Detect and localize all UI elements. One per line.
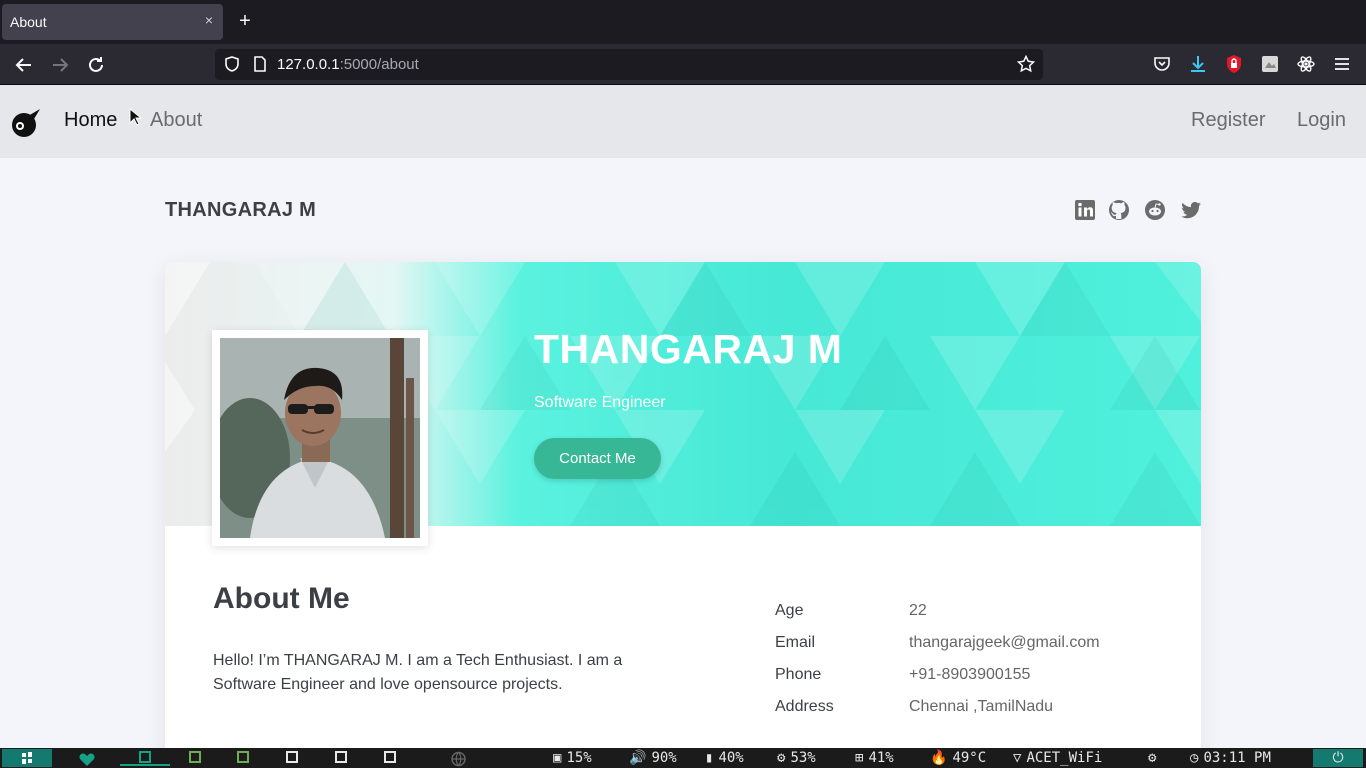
site-navbar: Home About Register Login	[0, 85, 1366, 158]
info-value-age: 22	[909, 602, 927, 619]
info-row: Email thangarajgeek@gmail.com	[775, 634, 1175, 658]
info-label-address: Address	[775, 698, 834, 715]
globe-icon[interactable]	[451, 750, 466, 768]
profile-photo	[220, 338, 420, 538]
workspace-5[interactable]	[335, 751, 347, 763]
workspace-1[interactable]	[120, 750, 170, 766]
nav-about[interactable]: About	[150, 109, 202, 132]
back-arrow-icon	[15, 58, 31, 72]
volume-icon: 🔊	[629, 750, 647, 766]
twitter-icon[interactable]	[1180, 199, 1202, 221]
forward-button[interactable]	[47, 52, 73, 78]
new-tab-button[interactable]: +	[234, 9, 256, 33]
reddit-icon[interactable]	[1144, 199, 1166, 221]
about-text: Hello! I’m THANGARAJ M. I am a Tech Enth…	[213, 652, 623, 693]
disk-status: ▣ 15%	[553, 749, 592, 767]
workspace-6[interactable]	[384, 751, 396, 763]
nav-register[interactable]: Register	[1191, 109, 1265, 132]
tab-title: About	[10, 14, 47, 30]
start-button[interactable]	[2, 749, 52, 767]
wifi-status[interactable]: ▽ ACET_WiFi	[1013, 749, 1102, 767]
clock-time: 03:11 PM	[1203, 750, 1271, 766]
info-value-email: thangarajgeek@gmail.com	[909, 634, 1100, 651]
page-icon[interactable]	[251, 55, 269, 73]
profile-photo-frame	[212, 330, 428, 546]
clock[interactable]: ◷ 03:11 PM	[1190, 749, 1271, 767]
info-value-phone: +91-8903900155	[909, 666, 1031, 683]
wifi-icon: ▽	[1013, 750, 1022, 766]
hero-role: Software Engineer	[534, 394, 666, 411]
cpu-icon: ⚙	[777, 750, 786, 766]
mouse-cursor-icon	[129, 108, 141, 126]
ublock-icon[interactable]	[1224, 54, 1244, 74]
pocket-icon[interactable]	[1152, 54, 1172, 74]
battery-icon: ▮	[705, 750, 714, 766]
info-label-email: Email	[775, 634, 816, 651]
info-row: Age 22	[775, 602, 1175, 626]
volume-status[interactable]: 🔊 90%	[629, 749, 677, 767]
react-devtools-icon[interactable]	[1296, 54, 1316, 74]
battery-value: 40%	[718, 750, 744, 766]
url-text[interactable]: 127.0.0.1:5000/about	[277, 56, 419, 73]
browser-tabbar: About × +	[0, 0, 1366, 44]
power-button[interactable]: ⏻	[1313, 749, 1363, 767]
downloads-icon[interactable]	[1188, 54, 1208, 74]
profile-card: THANGARAJ M Software Engineer Contact Me	[165, 262, 1201, 762]
settings-icon[interactable]: ⚙	[1148, 749, 1156, 767]
disk-icon: ▣	[553, 750, 562, 766]
info-value-address: Chennai ,TamilNadu	[909, 698, 1054, 715]
memory-value: 41%	[868, 750, 894, 766]
back-button[interactable]	[11, 52, 37, 78]
workspace-4[interactable]	[286, 751, 298, 763]
reload-icon	[89, 57, 103, 72]
info-label-age: Age	[775, 602, 804, 619]
about-title: About Me	[213, 582, 350, 615]
nav-login[interactable]: Login	[1297, 109, 1346, 132]
temperature-value: 49°C	[952, 750, 987, 766]
forward-arrow-icon	[53, 58, 69, 72]
bookmark-star-icon[interactable]	[1017, 55, 1035, 73]
page-title: THANGARAJ M	[165, 199, 317, 221]
url-host: 127.0.0.1	[277, 56, 340, 73]
reload-button[interactable]	[83, 52, 109, 78]
battery-status: ▮ 40%	[705, 749, 744, 767]
workspace-1-icon	[139, 751, 151, 763]
site-logo-icon[interactable]	[10, 107, 42, 139]
flame-icon: 🔥	[930, 750, 948, 766]
linkedin-icon[interactable]	[1074, 199, 1096, 221]
hero-name: THANGARAJ M	[534, 326, 843, 372]
github-icon[interactable]	[1108, 199, 1130, 221]
workspace-3[interactable]	[237, 751, 249, 763]
url-bar[interactable]: 127.0.0.1:5000/about	[215, 49, 1043, 80]
url-path: :5000/about	[339, 56, 419, 73]
cpu-value: 53%	[790, 750, 816, 766]
extension-icon[interactable]	[1260, 54, 1280, 74]
info-label-phone: Phone	[775, 666, 822, 683]
menu-icon[interactable]	[1332, 54, 1352, 74]
info-row: Address Chennai ,TamilNadu	[775, 698, 1175, 722]
memory-status: ⊞ 41%	[855, 749, 894, 767]
power-icon: ⏻	[1332, 750, 1344, 766]
tab-close-icon[interactable]: ×	[205, 12, 213, 28]
workspace-2[interactable]	[189, 751, 201, 763]
browser-toolbar: 127.0.0.1:5000/about	[0, 44, 1366, 85]
disk-value: 15%	[566, 750, 592, 766]
heart-icon[interactable]	[79, 751, 95, 768]
cpu-status: ⚙ 53%	[777, 749, 816, 767]
start-grid-icon	[22, 752, 32, 764]
clock-icon: ◷	[1190, 750, 1199, 766]
shield-icon[interactable]	[223, 55, 241, 73]
wifi-name: ACET_WiFi	[1026, 750, 1103, 766]
info-row: Phone +91-8903900155	[775, 666, 1175, 690]
volume-value: 90%	[651, 750, 677, 766]
browser-tab[interactable]: About ×	[2, 4, 223, 40]
temperature-status: 🔥 49°C	[930, 749, 986, 767]
nav-home[interactable]: Home	[64, 109, 117, 132]
system-taskbar: ▣ 15% 🔊 90% ▮ 40% ⚙ 53% ⊞ 41% 🔥 49°C ▽ ACET_WiF…	[0, 748, 1366, 768]
contact-me-button[interactable]: Contact Me	[534, 438, 661, 479]
memory-icon: ⊞	[855, 750, 864, 766]
